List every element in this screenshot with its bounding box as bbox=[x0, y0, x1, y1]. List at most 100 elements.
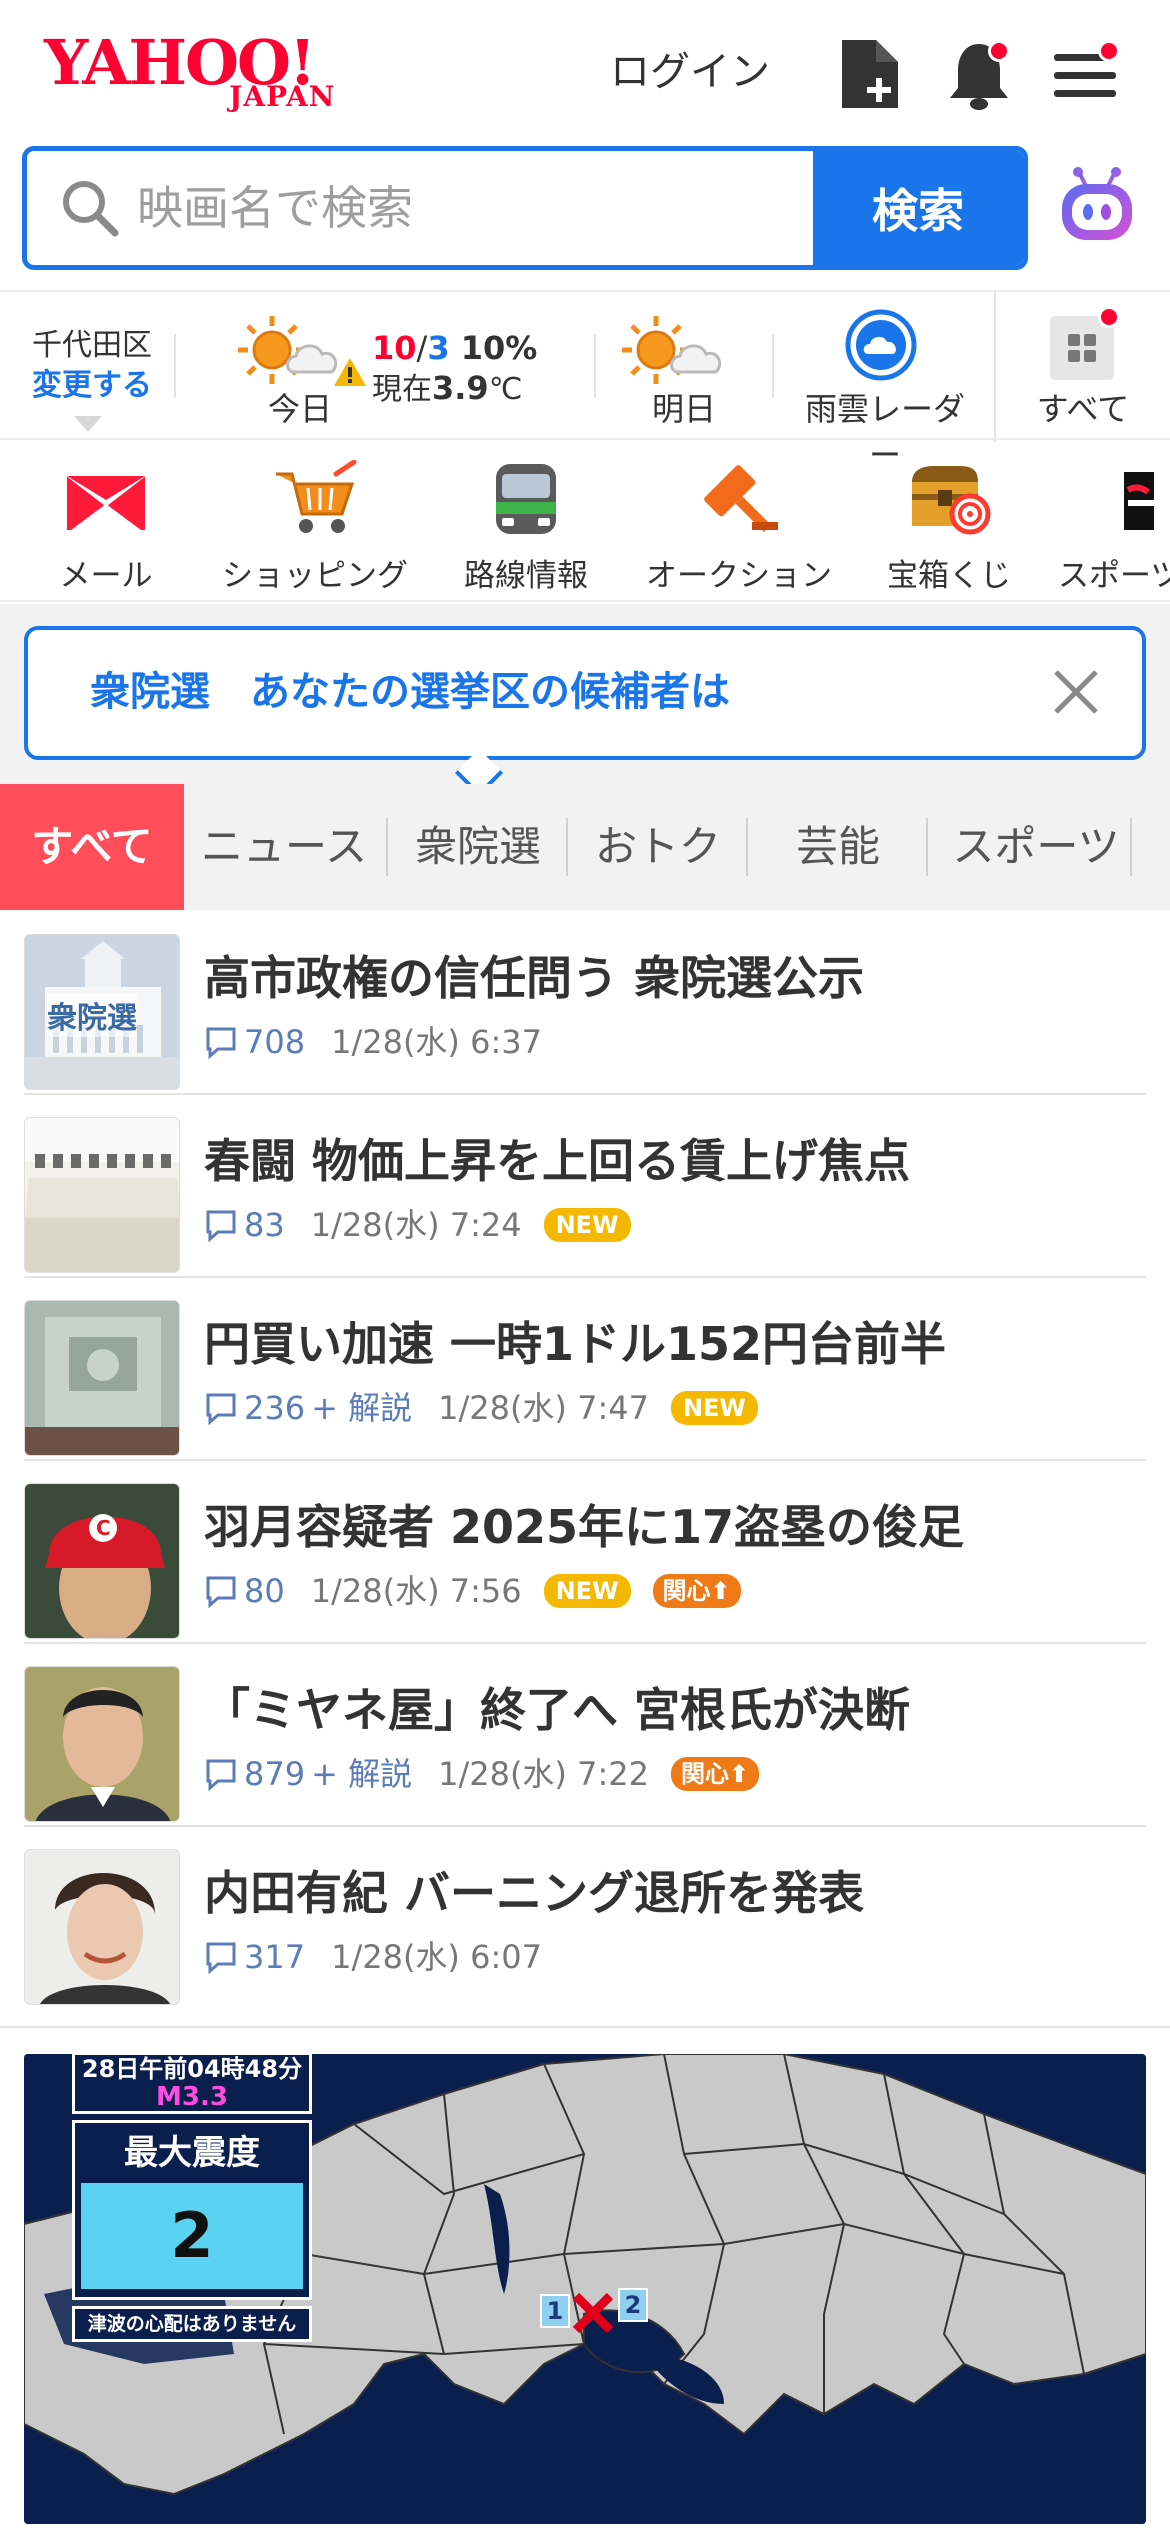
logo-sub-text: JAPAN bbox=[229, 80, 336, 113]
arrow-up-icon: ⬆ bbox=[710, 1577, 731, 1605]
news-thumbnail bbox=[24, 1666, 180, 1822]
menu-icon[interactable] bbox=[1050, 36, 1120, 112]
comment-icon bbox=[206, 1393, 236, 1425]
close-icon[interactable] bbox=[1050, 666, 1102, 722]
commentary-link[interactable]: + 解説 bbox=[311, 1752, 412, 1796]
svg-text:C: C bbox=[96, 1516, 111, 1540]
news-title[interactable]: 内田有紀 バーニング退所を発表 bbox=[204, 1863, 864, 1923]
news-item[interactable]: 「ミヤネ屋」終了へ 宮根氏が決断 879 + 解説 1/28(水) 7:22 関… bbox=[24, 1644, 1146, 1827]
search-input[interactable] bbox=[137, 151, 827, 265]
news-time: 1/28(水) 7:24 bbox=[310, 1206, 522, 1244]
note-add-icon[interactable] bbox=[836, 36, 906, 112]
rain-radar-icon[interactable] bbox=[844, 308, 918, 386]
divider bbox=[994, 292, 996, 442]
search-icon bbox=[59, 177, 121, 243]
comment-count[interactable]: 317 bbox=[244, 1935, 305, 1979]
today-low: 3 bbox=[427, 329, 450, 367]
arrow-up-icon: ⬆ bbox=[728, 1760, 750, 1788]
news-meta: 879 + 解説 1/28(水) 7:22 関心⬆ bbox=[204, 1752, 760, 1796]
login-link[interactable]: ログイン bbox=[610, 44, 770, 100]
service-sports[interactable]: スポーツ bbox=[1058, 460, 1170, 595]
election-banner[interactable]: 衆院選 あなたの選挙区の候補者は bbox=[24, 626, 1146, 760]
max-intensity-box: 最大震度 2 bbox=[72, 2120, 312, 2300]
earthquake-info: 28日午前04時48分 M3.3 最大震度 2 津波の心配はありません bbox=[72, 2052, 312, 2342]
news-thumbnail: C bbox=[24, 1483, 180, 1639]
interest-badge-label: 関心 bbox=[662, 1577, 711, 1605]
tomorrow-sun-cloud-icon[interactable] bbox=[620, 314, 744, 388]
news-item[interactable]: 内田有紀 バーニング退所を発表 317 1/28(水) 6:07 bbox=[24, 1827, 1146, 2010]
grid-icon[interactable] bbox=[1050, 306, 1120, 384]
tab-election[interactable]: 衆院選 bbox=[390, 784, 566, 910]
epicenter-icon bbox=[570, 2290, 616, 2340]
notification-dot bbox=[988, 40, 1010, 62]
service-label: 路線情報 bbox=[464, 558, 588, 594]
news-time: 1/28(水) 7:47 bbox=[438, 1389, 649, 1427]
intensity-marker: 1 bbox=[540, 2294, 570, 2328]
news-meta: 83 1/28(水) 7:24 NEW bbox=[204, 1203, 631, 1247]
tab-all[interactable]: すべて bbox=[0, 784, 184, 910]
news-thumbnail: 衆院選 bbox=[24, 934, 180, 1090]
news-title[interactable]: 円買い加速 一時1ドル152円台前半 bbox=[204, 1314, 946, 1374]
tab-news[interactable]: ニュース bbox=[188, 784, 380, 910]
today-temperature[interactable]: 10/3 10% bbox=[372, 328, 537, 368]
service-shopping[interactable]: ショッピング bbox=[222, 459, 408, 595]
today-high: 10 bbox=[372, 329, 417, 367]
new-badge: NEW bbox=[543, 1574, 631, 1608]
comment-count[interactable]: 80 bbox=[244, 1569, 285, 1613]
tab-divider bbox=[746, 818, 748, 876]
comment-count[interactable]: 83 bbox=[244, 1203, 285, 1247]
news-title[interactable]: 高市政権の信任問う 衆院選公示 bbox=[204, 948, 864, 1008]
all-services-label[interactable]: すべて bbox=[1030, 384, 1136, 430]
news-thumbnail bbox=[24, 1117, 180, 1273]
service-mail[interactable]: メール bbox=[38, 460, 174, 595]
news-item[interactable]: C 羽月容疑者 2025年に17盗塁の俊足 80 1/28(水) 7:56 NE… bbox=[24, 1461, 1146, 1644]
news-title[interactable]: 「ミヤネ屋」終了へ 宮根氏が決断 bbox=[204, 1680, 910, 1740]
interest-badge-label: 関心 bbox=[680, 1760, 729, 1788]
news-time: 1/28(水) 7:56 bbox=[310, 1572, 522, 1610]
now-temp: 3.9 bbox=[432, 369, 489, 407]
interest-badge: 関心⬆ bbox=[652, 1574, 741, 1608]
thumbnail-caption: 衆院選 bbox=[47, 993, 137, 1037]
service-auction[interactable]: オークション bbox=[642, 460, 836, 595]
news-item[interactable]: 衆院選 高市政権の信任問う 衆院選公示 708 1/28(水) 6:37 bbox=[24, 912, 1146, 1095]
comment-icon bbox=[206, 1027, 236, 1059]
news-item[interactable]: 春闘 物価上昇を上回る賃上げ焦点 83 1/28(水) 7:24 NEW bbox=[24, 1095, 1146, 1278]
news-title[interactable]: 羽月容疑者 2025年に17盗塁の俊足 bbox=[204, 1497, 964, 1557]
today-label: 今日 bbox=[268, 390, 333, 428]
tab-divider bbox=[1130, 818, 1132, 876]
comment-count[interactable]: 236 bbox=[244, 1386, 305, 1430]
service-label: メール bbox=[59, 558, 153, 594]
intensity-marker: 2 bbox=[618, 2288, 648, 2322]
bell-icon[interactable] bbox=[944, 36, 1014, 112]
divider bbox=[772, 334, 774, 398]
service-train[interactable]: 路線情報 bbox=[458, 460, 594, 595]
service-treasure[interactable]: 宝箱くじ bbox=[874, 460, 1024, 595]
now-unit: ℃ bbox=[488, 372, 523, 407]
news-title[interactable]: 春闘 物価上昇を上回る賃上げ焦点 bbox=[204, 1131, 910, 1191]
change-location-link[interactable]: 変更する bbox=[22, 366, 162, 406]
comment-count[interactable]: 708 bbox=[244, 1020, 305, 1064]
comment-count[interactable]: 879 bbox=[244, 1752, 305, 1796]
quake-time-box: 28日午前04時48分 M3.3 bbox=[72, 2052, 312, 2114]
ai-assistant-icon[interactable] bbox=[1058, 164, 1136, 248]
tab-sports[interactable]: スポーツ bbox=[936, 784, 1136, 910]
category-tabs: すべて ニュース 衆院選 おトク 芸能 スポーツ bbox=[0, 784, 1170, 910]
search-button[interactable]: 検索 bbox=[813, 151, 1023, 265]
train-icon bbox=[496, 464, 556, 534]
header: YAHOO! JAPAN ログイン bbox=[0, 0, 1170, 140]
tab-deals[interactable]: おトク bbox=[570, 784, 746, 910]
news-thumbnail bbox=[24, 1300, 180, 1456]
location-name: 千代田区 bbox=[32, 328, 152, 363]
current-temperature: 現在3.9℃ bbox=[372, 368, 522, 410]
yahoo-japan-logo[interactable]: YAHOO! JAPAN bbox=[44, 28, 364, 118]
menu-notification-dot bbox=[1098, 40, 1120, 62]
comment-icon bbox=[206, 1576, 236, 1608]
comment-icon bbox=[206, 1210, 236, 1242]
commentary-link[interactable]: + 解説 bbox=[311, 1386, 412, 1430]
tab-entertainment[interactable]: 芸能 bbox=[750, 784, 926, 910]
grid-notification-dot bbox=[1098, 306, 1120, 328]
weather-bar: 千代田区 変更する 今日 10/3 10% 現在3.9℃ 明日 雨雲レーダー す… bbox=[0, 290, 1170, 474]
news-item[interactable]: 円買い加速 一時1ドル152円台前半 236 + 解説 1/28(水) 7:47… bbox=[24, 1278, 1146, 1461]
news-meta: 317 1/28(水) 6:07 bbox=[204, 1935, 542, 1979]
weather-location[interactable]: 千代田区 変更する bbox=[22, 326, 162, 406]
